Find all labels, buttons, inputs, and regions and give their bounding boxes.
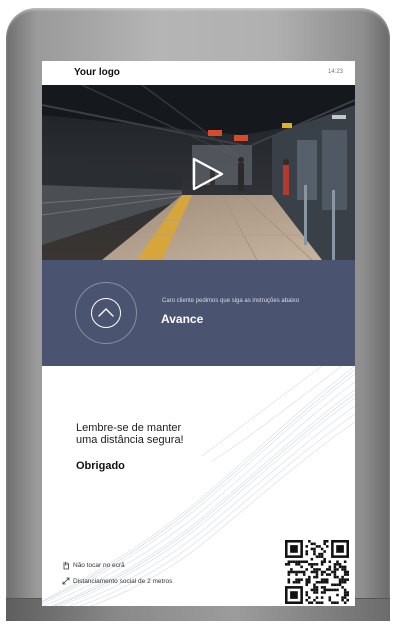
instruction-banner: Caro cliente pedimos que siga as instruç… bbox=[42, 260, 355, 366]
hand-icon bbox=[63, 561, 69, 570]
advance-label: Avance bbox=[161, 312, 204, 326]
logo-text: Your logo bbox=[74, 67, 120, 78]
instruction-text: Caro cliente pedimos que siga as instruç… bbox=[162, 298, 300, 304]
note-no-touch-text: Não tocar no ecrã bbox=[73, 562, 125, 569]
clock: 14:23 bbox=[327, 69, 343, 75]
chevron-up-icon bbox=[98, 308, 114, 317]
thanks-text: Obrigado bbox=[76, 460, 125, 472]
message-line-1: Lembre-se de manter bbox=[76, 422, 182, 434]
distance-arrow-icon bbox=[62, 577, 70, 585]
top-bar: Your logo 14:23 bbox=[42, 61, 355, 85]
info-panel: Lembre-se de manter uma distância segura… bbox=[42, 366, 355, 606]
kiosk-screen: Your logo 14:23 Caro cliente pedimos que… bbox=[42, 61, 355, 606]
note-distance: Distanciamento social de 2 metros bbox=[62, 577, 172, 585]
video-player[interactable] bbox=[42, 85, 355, 260]
note-no-touch: Não tocar no ecrã bbox=[62, 561, 125, 570]
note-distance-text: Distanciamento social de 2 metros bbox=[73, 577, 173, 585]
play-icon[interactable] bbox=[191, 157, 225, 191]
qr-code-icon[interactable] bbox=[285, 540, 349, 604]
message-line-2: uma distância segura! bbox=[76, 434, 184, 446]
